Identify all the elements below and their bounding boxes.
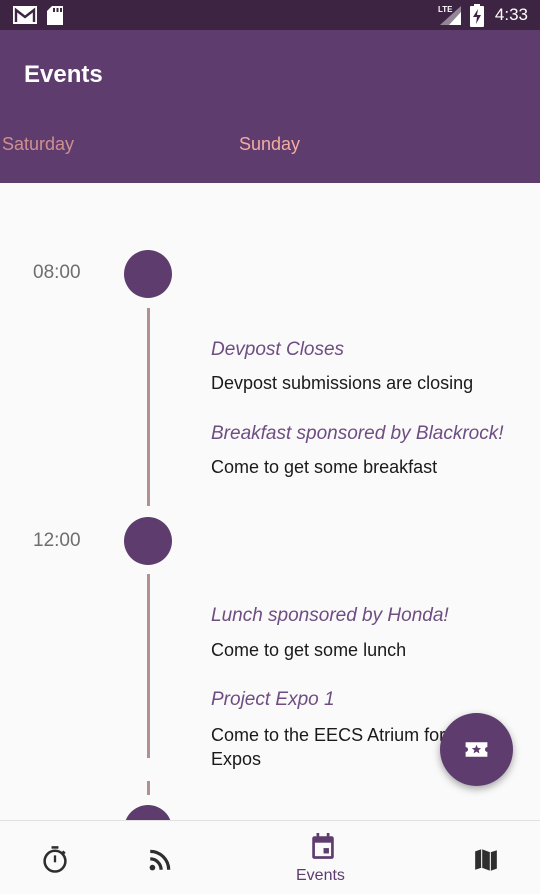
timeline-dot [124, 517, 172, 565]
sd-card-icon [46, 5, 64, 31]
tab-saturday[interactable]: Saturday [2, 134, 74, 155]
signal-icon [440, 6, 462, 30]
clock: 4:33 [494, 5, 528, 24]
battery-charging-icon [470, 4, 484, 32]
event-title[interactable]: Breakfast sponsored by Blackrock! [211, 423, 504, 445]
nav-label-events: Events [296, 867, 345, 884]
time-label: 08:00 [33, 262, 81, 283]
timeline-dot [124, 805, 172, 820]
page-title: Events [24, 61, 103, 88]
time-label: 12:00 [33, 530, 81, 551]
nav-item-events[interactable]: Events [280, 821, 370, 894]
nav-item-feed[interactable] [130, 821, 200, 894]
ticket-fab-button[interactable] [440, 713, 513, 786]
gmail-icon [12, 5, 38, 30]
tab-sunday[interactable]: Sunday [239, 134, 300, 155]
timeline-line [147, 574, 150, 758]
status-bar: LTE 4:33 [0, 0, 540, 30]
event-title[interactable]: Project Expo 1 [211, 689, 335, 711]
nav-item-timer[interactable] [20, 821, 90, 894]
app-bar: Events Saturday Sunday [0, 30, 540, 183]
event-description: Come to get some breakfast [211, 457, 438, 477]
event-title[interactable]: Devpost Closes [211, 339, 344, 361]
event-title[interactable]: Lunch sponsored by Honda! [211, 605, 449, 627]
event-description: Devpost submissions are closing [211, 373, 474, 393]
timeline-line [147, 308, 150, 506]
nav-item-map[interactable] [450, 821, 520, 894]
bottom-navigation: Events [0, 820, 540, 894]
event-description: Come to get some lunch [211, 640, 407, 660]
timeline-dot [124, 250, 172, 298]
timeline-line [147, 781, 150, 795]
